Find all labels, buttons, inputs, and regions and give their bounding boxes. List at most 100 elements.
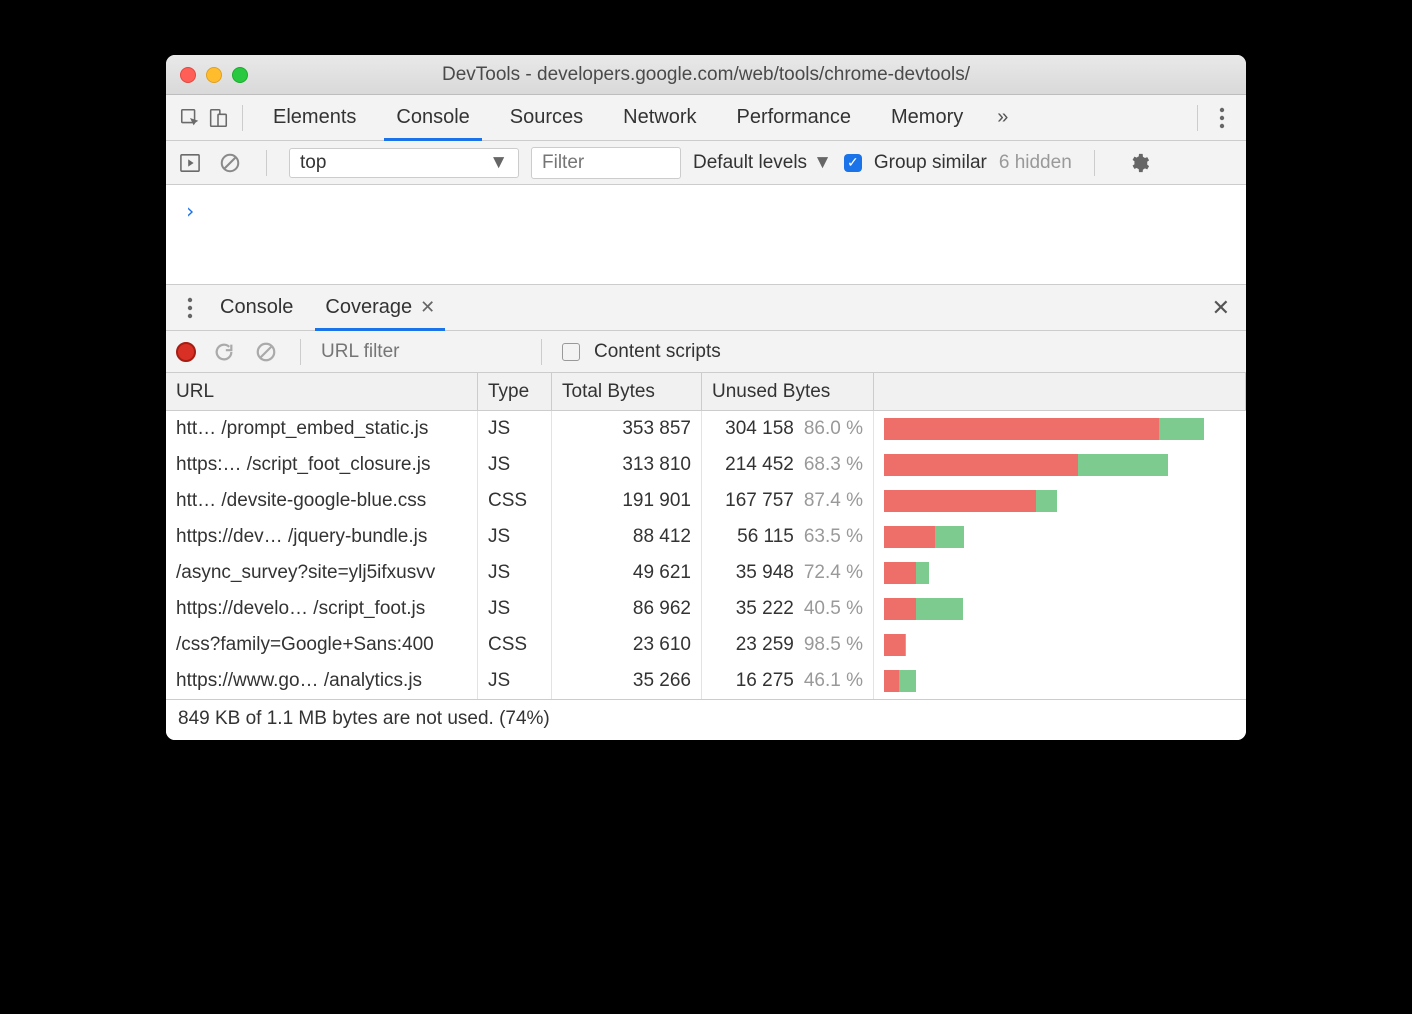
chevron-down-icon: ▼ — [813, 152, 832, 174]
window-title: DevTools - developers.google.com/web/too… — [166, 64, 1246, 86]
close-window-button[interactable] — [180, 67, 196, 83]
cell-total-bytes: 86 962 — [552, 591, 702, 627]
device-toolbar-icon[interactable] — [204, 104, 232, 132]
cell-unused-bytes: 56 11563.5 % — [702, 519, 874, 555]
coverage-row[interactable]: https://www.go… /analytics.jsJS35 26616 … — [166, 663, 1246, 699]
record-button[interactable] — [176, 342, 196, 362]
cell-unused-bytes: 167 75787.4 % — [702, 483, 874, 519]
tab-elements[interactable]: Elements — [253, 95, 376, 140]
cell-url: https://www.go… /analytics.js — [166, 663, 478, 699]
cell-type: JS — [478, 555, 552, 591]
cell-type: JS — [478, 591, 552, 627]
tab-network[interactable]: Network — [603, 95, 716, 140]
console-body[interactable]: › — [166, 185, 1246, 285]
drawer-more-icon[interactable] — [176, 294, 204, 322]
cell-type: CSS — [478, 627, 552, 663]
cell-type: JS — [478, 411, 552, 447]
cell-unused-bytes: 35 94872.4 % — [702, 555, 874, 591]
cell-unused-bytes: 304 15886.0 % — [702, 411, 874, 447]
coverage-url-filter-input[interactable] — [321, 341, 521, 363]
cell-url: /css?family=Google+Sans:400 — [166, 627, 478, 663]
col-header-url[interactable]: URL — [166, 373, 478, 410]
maximize-window-button[interactable] — [232, 67, 248, 83]
cell-total-bytes: 88 412 — [552, 519, 702, 555]
cell-unused-bytes: 35 22240.5 % — [702, 591, 874, 627]
cell-total-bytes: 191 901 — [552, 483, 702, 519]
toolbar-separator — [300, 339, 301, 365]
clear-console-icon[interactable] — [216, 149, 244, 177]
drawer-tab-coverage[interactable]: Coverage ✕ — [309, 285, 451, 330]
coverage-footer: 849 KB of 1.1 MB bytes are not used. (74… — [166, 699, 1246, 740]
execution-context-value: top — [300, 152, 326, 174]
toolbar-separator — [266, 150, 267, 176]
coverage-row[interactable]: htt… /devsite-google-blue.cssCSS191 9011… — [166, 483, 1246, 519]
toolbar-separator — [1197, 105, 1198, 131]
content-scripts-checkbox[interactable] — [562, 343, 580, 361]
cell-total-bytes: 23 610 — [552, 627, 702, 663]
hidden-messages-count: 6 hidden — [999, 152, 1072, 174]
coverage-row[interactable]: https://develo… /script_foot.jsJS86 9623… — [166, 591, 1246, 627]
content-scripts-label: Content scripts — [594, 341, 721, 363]
inspect-element-icon[interactable] — [176, 104, 204, 132]
cell-url: /async_survey?site=ylj5ifxusvv — [166, 555, 478, 591]
toolbar-separator — [541, 339, 542, 365]
cell-url: htt… /devsite-google-blue.css — [166, 483, 478, 519]
coverage-row[interactable]: https://dev… /jquery-bundle.jsJS88 41256… — [166, 519, 1246, 555]
more-options-icon[interactable] — [1208, 104, 1236, 132]
cell-unused-bytes: 23 25998.5 % — [702, 627, 874, 663]
cell-type: JS — [478, 447, 552, 483]
coverage-row[interactable]: https:… /script_foot_closure.jsJS313 810… — [166, 447, 1246, 483]
panel-tabs: Elements Console Sources Network Perform… — [253, 95, 1016, 140]
group-similar-label: Group similar — [874, 152, 987, 174]
group-similar-checkbox[interactable]: ✓ — [844, 154, 862, 172]
cell-usage-bar — [874, 447, 1246, 483]
coverage-row[interactable]: htt… /prompt_embed_static.jsJS353 857304… — [166, 411, 1246, 447]
cell-usage-bar — [874, 519, 1246, 555]
cell-total-bytes: 313 810 — [552, 447, 702, 483]
col-header-unused[interactable]: Unused Bytes — [702, 373, 874, 410]
chevron-down-icon: ▼ — [489, 152, 508, 174]
cell-type: CSS — [478, 483, 552, 519]
col-header-type[interactable]: Type — [478, 373, 552, 410]
coverage-row[interactable]: /async_survey?site=ylj5ifxusvvJS49 62135… — [166, 555, 1246, 591]
main-toolbar: Elements Console Sources Network Perform… — [166, 95, 1246, 141]
cell-url: htt… /prompt_embed_static.js — [166, 411, 478, 447]
reload-icon[interactable] — [210, 338, 238, 366]
coverage-toolbar: Content scripts — [166, 331, 1246, 373]
toolbar-separator — [242, 105, 243, 131]
cell-url: https://develo… /script_foot.js — [166, 591, 478, 627]
close-tab-icon[interactable]: ✕ — [420, 297, 435, 318]
show-sidebar-icon[interactable] — [176, 149, 204, 177]
console-filter-input[interactable] — [531, 147, 681, 179]
cell-usage-bar — [874, 627, 1246, 663]
minimize-window-button[interactable] — [206, 67, 222, 83]
tab-memory[interactable]: Memory — [871, 95, 983, 140]
tab-sources[interactable]: Sources — [490, 95, 603, 140]
tab-console[interactable]: Console — [376, 95, 489, 140]
cell-total-bytes: 353 857 — [552, 411, 702, 447]
traffic-lights — [166, 67, 248, 83]
drawer-tab-console[interactable]: Console — [204, 285, 309, 330]
tab-overflow-button[interactable]: » — [989, 106, 1016, 129]
log-level-label: Default levels — [693, 152, 807, 174]
devtools-window: DevTools - developers.google.com/web/too… — [166, 55, 1246, 740]
log-level-select[interactable]: Default levels ▼ — [693, 152, 832, 174]
cell-usage-bar — [874, 591, 1246, 627]
drawer-close-button[interactable]: ✕ — [1206, 295, 1236, 321]
drawer-tab-label: Console — [220, 296, 293, 319]
toolbar-separator — [1094, 150, 1095, 176]
clear-coverage-icon[interactable] — [252, 338, 280, 366]
coverage-row[interactable]: /css?family=Google+Sans:400CSS23 61023 2… — [166, 627, 1246, 663]
execution-context-select[interactable]: top ▼ — [289, 148, 519, 178]
drawer-tabbar: Console Coverage ✕ ✕ — [166, 285, 1246, 331]
tab-performance[interactable]: Performance — [717, 95, 872, 140]
cell-unused-bytes: 16 27546.1 % — [702, 663, 874, 699]
cell-type: JS — [478, 519, 552, 555]
col-header-bar — [874, 373, 1246, 410]
cell-usage-bar — [874, 483, 1246, 519]
cell-total-bytes: 35 266 — [552, 663, 702, 699]
col-header-total[interactable]: Total Bytes — [552, 373, 702, 410]
coverage-table-body: htt… /prompt_embed_static.jsJS353 857304… — [166, 411, 1246, 699]
console-filter-bar: top ▼ Default levels ▼ ✓ Group similar 6… — [166, 141, 1246, 185]
console-settings-icon[interactable] — [1125, 149, 1153, 177]
